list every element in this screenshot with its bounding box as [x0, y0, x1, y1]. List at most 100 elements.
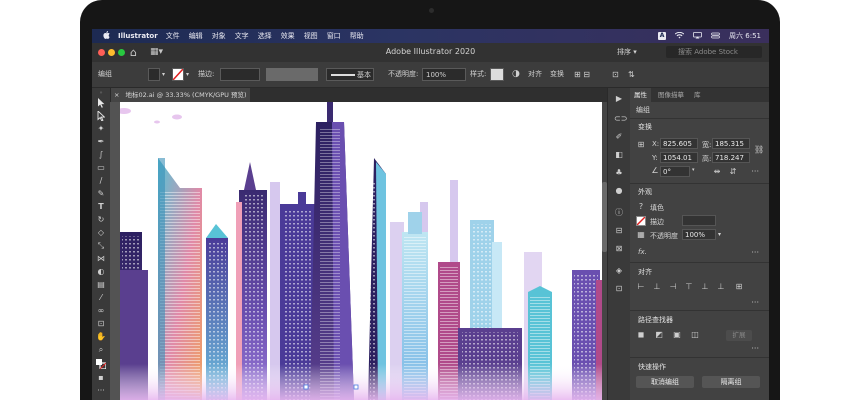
rectangle-tool-icon[interactable]: ▭: [96, 163, 106, 173]
menu-file[interactable]: 文件: [166, 31, 180, 41]
brush-definition-dropdown[interactable]: 基本: [326, 68, 374, 81]
flip-horizontal-icon[interactable]: ⇹: [712, 167, 722, 177]
navigator-icon[interactable]: ⊟: [614, 226, 624, 236]
angle-dropdown-icon[interactable]: ▾: [692, 167, 695, 173]
angle-field[interactable]: 0°: [660, 166, 690, 177]
tab-libraries[interactable]: 库: [694, 88, 701, 102]
height-field[interactable]: 718.247: [712, 152, 750, 163]
width-tool-icon[interactable]: ⋈: [96, 254, 106, 264]
isolate-group-button[interactable]: 隔离组: [702, 376, 760, 388]
fill-stroke-swatches-icon[interactable]: [96, 359, 107, 370]
recolor-artwork-icon[interactable]: ◑: [512, 68, 520, 81]
menu-select[interactable]: 选择: [258, 31, 272, 41]
expand-button[interactable]: 扩展: [726, 330, 752, 341]
brushes-icon[interactable]: ✐: [614, 132, 624, 142]
magic-wand-tool-icon[interactable]: ✦: [96, 124, 106, 134]
blend-tool-icon[interactable]: ∞: [96, 306, 106, 316]
pencil-tool-icon[interactable]: ✎: [96, 189, 106, 199]
ungroup-button[interactable]: 取消编组: [636, 376, 694, 388]
artboards-icon[interactable]: ⊠: [614, 244, 624, 254]
menu-object[interactable]: 对象: [212, 31, 226, 41]
transform-more-icon[interactable]: ···: [751, 167, 759, 176]
artboard[interactable]: [120, 102, 607, 400]
shape-builder-tool-icon[interactable]: ◐: [96, 267, 106, 277]
type-tool-icon[interactable]: T: [96, 202, 106, 212]
clock[interactable]: 周六 6:51: [729, 31, 761, 41]
color-guide-icon[interactable]: ◧: [614, 150, 624, 160]
zoom-tool-icon[interactable]: ⌕: [96, 345, 106, 355]
close-tab-icon[interactable]: ×: [114, 91, 119, 99]
fill-color-swatch[interactable]: [148, 68, 160, 81]
align-center-h-icon[interactable]: ⊥: [652, 282, 662, 292]
flip-vertical-icon[interactable]: ⇵: [728, 167, 738, 177]
menu-effect[interactable]: 效果: [281, 31, 295, 41]
tab-image-trace[interactable]: 图像描摹: [658, 88, 684, 102]
reference-point-icon[interactable]: ⊞: [636, 140, 646, 150]
apple-icon[interactable]: [100, 31, 112, 41]
layers-icon[interactable]: ◈: [614, 266, 624, 276]
screen-mirroring-icon[interactable]: [693, 31, 702, 41]
stroke-dropdown-icon[interactable]: ▾: [186, 68, 189, 81]
tab-properties[interactable]: 属性: [630, 88, 651, 102]
transform-button[interactable]: 变换: [550, 68, 564, 81]
links-icon[interactable]: ⊂⊃: [614, 114, 627, 124]
align-bottom-icon[interactable]: ⊥: [716, 282, 726, 292]
variable-width-profile[interactable]: [266, 68, 318, 81]
scale-tool-icon[interactable]: ⤡: [96, 241, 106, 251]
arrange-documents-button[interactable]: 排序 ▾: [613, 46, 641, 58]
hand-tool-icon[interactable]: ✋: [96, 332, 106, 342]
opacity-field[interactable]: 100%: [422, 68, 466, 81]
menu-edit[interactable]: 编辑: [189, 31, 203, 41]
stroke-swatch-none-icon[interactable]: [636, 216, 646, 226]
direct-selection-tool-icon[interactable]: [96, 109, 106, 122]
document-tab[interactable]: × 地标02.ai @ 33.33% (CMYK/GPU 预览): [110, 88, 250, 102]
opacity-field[interactable]: 100%: [682, 229, 716, 240]
graphic-styles-icon[interactable]: ●: [614, 186, 624, 196]
align-button[interactable]: 对齐: [528, 68, 542, 81]
selection-tool-icon[interactable]: [96, 98, 106, 108]
more-tools-icon[interactable]: ···: [96, 386, 106, 396]
minus-front-icon[interactable]: ◩: [654, 330, 664, 340]
info-icon[interactable]: ⓘ: [614, 208, 624, 218]
mixed-fill-icon[interactable]: ?: [636, 202, 646, 212]
curvature-tool-icon[interactable]: ∫: [96, 150, 106, 160]
constrain-proportions-icon[interactable]: ⛓: [754, 145, 764, 155]
align-left-icon[interactable]: ⊢: [636, 282, 646, 292]
stroke-weight-field[interactable]: [220, 68, 260, 81]
width-field[interactable]: 185.315: [712, 138, 750, 149]
align-right-icon[interactable]: ⊣: [668, 282, 678, 292]
artboard-tool-icon[interactable]: ⊡: [96, 319, 106, 329]
paintbrush-tool-icon[interactable]: ∕: [96, 176, 106, 186]
play-action-icon[interactable]: ▶: [614, 94, 624, 104]
city-skyline-artwork[interactable]: [120, 102, 607, 400]
pen-tool-icon[interactable]: ✒: [96, 137, 106, 147]
adobe-stock-search[interactable]: 搜索 Adobe Stock: [666, 46, 762, 58]
menu-window[interactable]: 窗口: [327, 31, 341, 41]
app-menu-illustrator[interactable]: Illustrator: [118, 32, 158, 40]
fill-dropdown-icon[interactable]: ▾: [162, 68, 165, 81]
control-center-icon[interactable]: [711, 32, 720, 41]
eyedropper-tool-icon[interactable]: ⁄: [96, 293, 106, 303]
align-center-v-icon[interactable]: ⊥: [700, 282, 710, 292]
rotate-tool-icon[interactable]: ↻: [96, 215, 106, 225]
align-top-icon[interactable]: ⊤: [684, 282, 694, 292]
symbols-icon[interactable]: ♣: [614, 168, 624, 178]
menu-help[interactable]: 帮助: [350, 31, 364, 41]
intersect-icon[interactable]: ▣: [672, 330, 682, 340]
unite-icon[interactable]: ◼: [636, 330, 646, 340]
graphic-style-swatch[interactable]: [490, 68, 504, 81]
stroke-weight-field[interactable]: [682, 215, 716, 226]
gradient-tool-icon[interactable]: ▤: [96, 280, 106, 290]
toolbar-grip-icon[interactable]: »: [96, 88, 106, 98]
exclude-icon[interactable]: ◫: [690, 330, 700, 340]
input-source-icon[interactable]: A: [658, 32, 667, 40]
eraser-tool-icon[interactable]: ◇: [96, 228, 106, 238]
stroke-color-swatch[interactable]: [172, 68, 184, 81]
color-mode-icon[interactable]: ▪: [96, 373, 106, 383]
arrange-icon[interactable]: ⇅: [628, 68, 635, 81]
align-options-icon[interactable]: ⊞ ⊟: [574, 68, 590, 81]
appearance-more-icon[interactable]: ···: [751, 248, 759, 257]
add-effect-icon[interactable]: fx.: [638, 248, 647, 256]
opacity-dropdown-icon[interactable]: ▾: [718, 231, 721, 238]
pathfinder-more-icon[interactable]: ···: [751, 344, 759, 353]
